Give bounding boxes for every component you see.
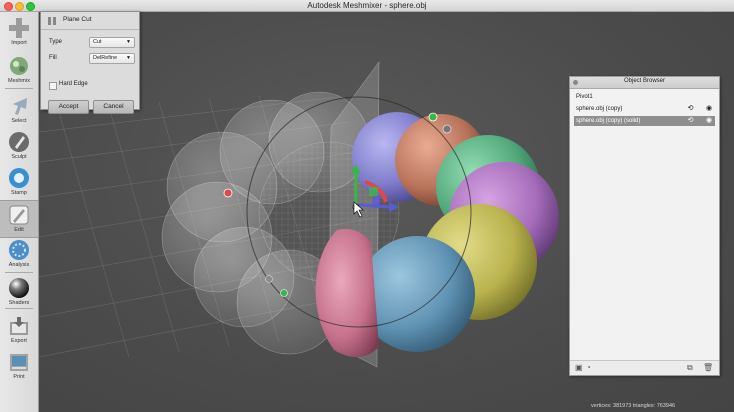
gray-handle[interactable] — [442, 124, 452, 134]
select-arrow-icon — [13, 98, 27, 115]
gray-handle[interactable] — [265, 275, 273, 283]
transform-icon[interactable]: ⟲ — [686, 105, 695, 113]
toolbar-divider — [5, 88, 33, 89]
cancel-button[interactable]: Cancel — [93, 100, 134, 114]
object-list-item[interactable]: Pivot1 — [574, 92, 715, 102]
window-title: Autodesk Meshmixer - sphere.obj — [307, 1, 427, 10]
object-browser-title: Object Browser — [623, 78, 665, 84]
tool-print[interactable]: Print — [0, 348, 38, 384]
plus-icon — [9, 18, 29, 38]
tool-sculpt[interactable]: Sculpt — [0, 128, 38, 164]
tool-stamp[interactable]: Stamp — [0, 164, 38, 200]
tool-label: Select — [11, 118, 27, 124]
export-icon — [10, 317, 28, 335]
object-browser-panel: Object Browser Pivot1 sphere.obj (copy) … — [569, 76, 720, 376]
tool-label: Sculpt — [11, 154, 27, 160]
mesh-stats: vertices: 381973 triangles: 763946 — [591, 403, 676, 409]
visibility-eye-icon[interactable]: ◉ — [704, 117, 714, 125]
tool-label: Stamp — [11, 190, 27, 196]
object-name: sphere.obj (copy) — [576, 106, 623, 112]
tool-label: Import — [11, 40, 27, 46]
object-name: Pivot1 — [576, 94, 593, 100]
red-handle[interactable] — [223, 188, 233, 198]
object-list-item-selected[interactable]: sphere.obj (copy) (solid) ⟲ ◉ — [574, 116, 715, 126]
tool-label: Print — [13, 374, 25, 380]
pie-icon[interactable]: ◔ — [586, 363, 591, 373]
print-icon — [10, 354, 28, 371]
fill-label: Fill — [49, 55, 57, 61]
panel-title: Plane Cut — [63, 16, 92, 23]
green-handle[interactable] — [428, 112, 438, 122]
accept-button[interactable]: Accept — [48, 100, 89, 114]
tool-analysis[interactable]: Analysis — [0, 236, 38, 272]
object-name: sphere.obj (copy) (solid) — [576, 118, 641, 124]
cube-icon[interactable]: ▣ — [575, 363, 583, 373]
transform-icon[interactable]: ⟲ — [686, 117, 695, 125]
shader-sphere-icon — [9, 278, 29, 298]
brush-icon — [9, 132, 29, 152]
panel-header: Plane Cut — [41, 12, 139, 30]
object-browser-header: Object Browser — [570, 77, 719, 89]
left-toolbar: Import Meshmix Select Sculpt Stamp Edit … — [0, 12, 39, 412]
toolbar-divider — [5, 272, 33, 273]
tool-label: Analysis — [8, 262, 30, 268]
analysis-icon — [9, 240, 29, 260]
hard-edge-checkbox[interactable] — [49, 82, 57, 90]
fill-select-value: DelRefine — [93, 55, 118, 61]
tool-label: Edit — [14, 227, 24, 233]
tool-edit[interactable]: Edit — [0, 200, 38, 238]
object-list-item[interactable]: sphere.obj (copy) ⟲ ◉ — [574, 104, 715, 114]
chevron-down-icon: ▼ — [126, 39, 131, 45]
tool-shaders[interactable]: Shaders — [0, 274, 38, 310]
duplicate-icon[interactable]: ⧉ — [687, 363, 693, 373]
stamp-icon — [9, 168, 29, 188]
panel-grip-icon[interactable] — [48, 17, 56, 25]
tool-import[interactable]: Import — [0, 14, 38, 50]
edit-icon — [9, 205, 29, 225]
meshmix-icon — [10, 57, 28, 75]
type-select-value: Cut — [93, 39, 102, 45]
fill-select[interactable]: DelRefine ▼ — [89, 53, 135, 64]
tool-label: Shaders — [8, 300, 30, 306]
tool-meshmix[interactable]: Meshmix — [0, 52, 38, 88]
green-handle[interactable] — [280, 289, 288, 297]
tool-export[interactable]: Export — [0, 312, 38, 348]
plane-cut-panel: Plane Cut Type Cut ▼ Fill DelRefine ▼ Ha… — [40, 11, 140, 114]
tool-label: Export — [11, 338, 27, 344]
type-label: Type — [49, 39, 63, 45]
toolbar-divider — [5, 308, 33, 309]
type-select[interactable]: Cut ▼ — [89, 37, 135, 48]
visibility-eye-icon[interactable]: ◉ — [704, 105, 714, 113]
object-browser-footer: ▣ ◔ ⧉ 🗑 — [570, 360, 719, 375]
tool-select[interactable]: Select — [0, 92, 38, 128]
tool-label: Meshmix — [7, 78, 30, 84]
trash-icon[interactable]: 🗑 — [703, 363, 713, 373]
hard-edge-label: Hard Edge — [59, 81, 88, 87]
chevron-down-icon: ▼ — [126, 55, 131, 61]
